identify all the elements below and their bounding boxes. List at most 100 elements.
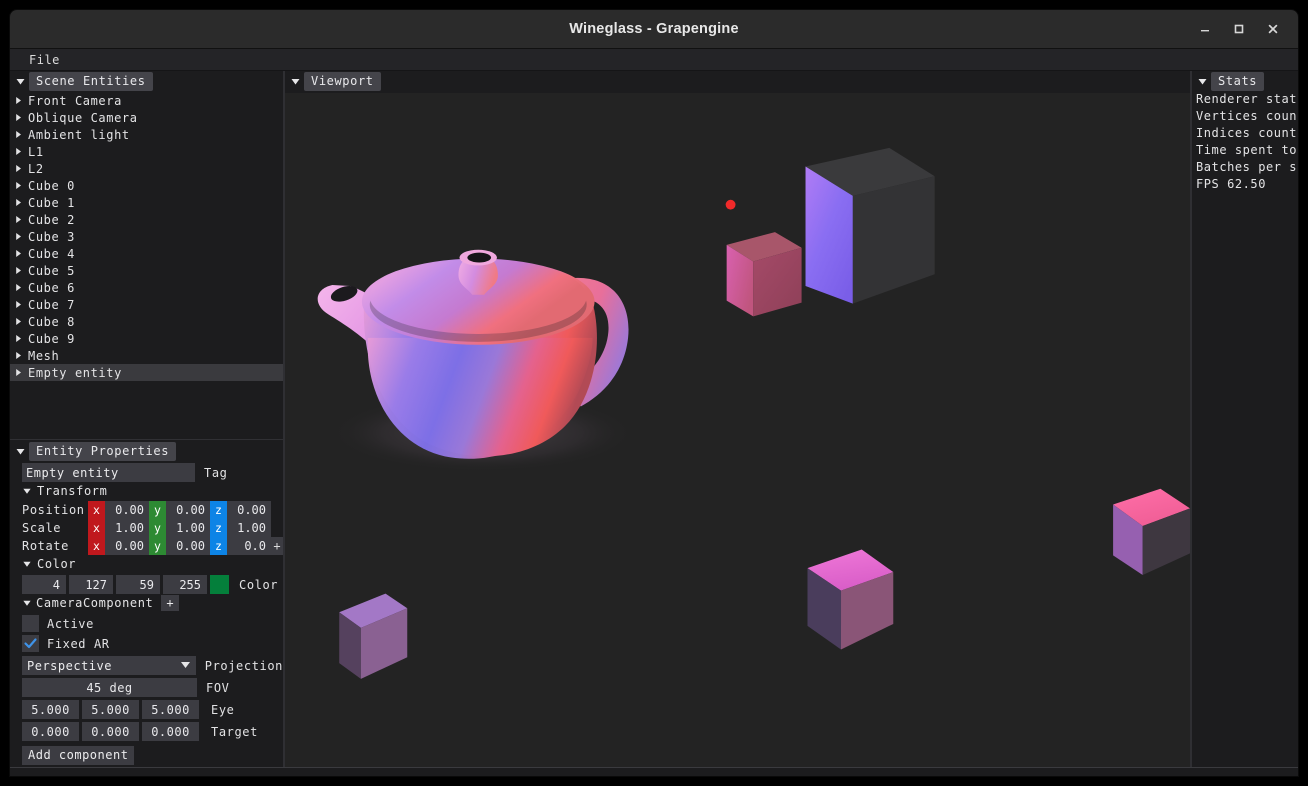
eye-z-input[interactable]: 5.000 [142, 700, 199, 719]
chevron-down-icon[interactable] [20, 597, 33, 610]
scale-x-input[interactable]: 1.00 [105, 519, 149, 537]
scene-entities-tab[interactable]: Scene Entities [29, 71, 153, 91]
close-icon[interactable] [1256, 14, 1290, 44]
expand-arrow-icon[interactable] [14, 249, 23, 258]
entity-label: Cube 1 [28, 195, 75, 210]
entity-properties-tab[interactable]: Entity Properties [29, 441, 177, 461]
color-b-input[interactable]: 59 [116, 575, 160, 594]
scene-entities-list[interactable]: Front Camera Oblique Camera Ambient light L… [10, 91, 283, 439]
entity-label: Oblique Camera [28, 110, 138, 125]
viewport-tab[interactable]: Viewport [304, 71, 381, 91]
expand-arrow-icon[interactable] [14, 266, 23, 275]
projection-value: Perspective [27, 658, 112, 673]
entity-list-item[interactable]: Empty entity [10, 364, 283, 381]
chevron-down-icon[interactable] [14, 75, 27, 88]
entity-list-item[interactable]: Cube 3 [10, 228, 283, 245]
entity-list-item[interactable]: Cube 9 [10, 330, 283, 347]
minimize-icon[interactable] [1188, 14, 1222, 44]
expand-arrow-icon[interactable] [14, 96, 23, 105]
entity-name-input[interactable]: Empty entity [22, 463, 195, 482]
transform-plus-button[interactable]: + [271, 537, 283, 555]
position-x-input[interactable]: 0.00 [105, 501, 149, 519]
stats-tab[interactable]: Stats [1211, 71, 1265, 91]
entity-list-item[interactable]: L1 [10, 143, 283, 160]
axis-z-badge: z [210, 537, 227, 555]
cube-bottom-left [339, 593, 408, 679]
scene-render [317, 147, 1190, 679]
rotate-x-input[interactable]: 0.00 [105, 537, 149, 555]
position-y-input[interactable]: 0.00 [166, 501, 210, 519]
expand-arrow-icon[interactable] [14, 232, 23, 241]
entity-list-item[interactable]: Oblique Camera [10, 109, 283, 126]
color-section-header[interactable]: Color [20, 555, 283, 573]
transform-section-header[interactable]: Transform [20, 482, 283, 500]
entity-list-item[interactable]: Cube 1 [10, 194, 283, 211]
expand-arrow-icon[interactable] [14, 351, 23, 360]
eye-row: 5.000 5.000 5.000 Eye [22, 700, 283, 719]
entity-list-item[interactable]: Cube 0 [10, 177, 283, 194]
chevron-down-icon[interactable] [20, 558, 33, 571]
expand-arrow-icon[interactable] [14, 113, 23, 122]
entity-label: Cube 4 [28, 246, 75, 261]
entity-label: Cube 7 [28, 297, 75, 312]
maximize-icon[interactable] [1222, 14, 1256, 44]
color-r-input[interactable]: 4 [22, 575, 66, 594]
window-controls [1188, 10, 1290, 48]
target-x-input[interactable]: 0.000 [22, 722, 79, 741]
expand-arrow-icon[interactable] [14, 164, 23, 173]
chevron-down-icon[interactable] [14, 445, 27, 458]
target-y-input[interactable]: 0.000 [82, 722, 139, 741]
transform-value-grid[interactable]: x 0.00 y 0.00 z 0.00 x 1.00 y 1.00 z 1.00 x 0.00 y 0.00… [88, 501, 283, 555]
entity-list-item[interactable]: Cube 4 [10, 245, 283, 262]
add-camera-component-button[interactable]: + [161, 595, 180, 611]
menu-item-file[interactable]: File [24, 52, 65, 68]
entity-list-item[interactable]: Cube 6 [10, 279, 283, 296]
stats-panel: Stats Renderer stat Vertices coun Indices … [1192, 71, 1298, 776]
fixed-ar-checkbox[interactable] [22, 635, 39, 652]
expand-arrow-icon[interactable] [14, 147, 23, 156]
entity-list-item[interactable]: Cube 5 [10, 262, 283, 279]
entity-list-item[interactable]: Mesh [10, 347, 283, 364]
scale-z-input[interactable]: 1.00 [227, 519, 271, 537]
rotate-z-input[interactable]: 0.0 [227, 537, 271, 555]
chevron-down-icon[interactable] [1196, 75, 1209, 88]
projection-select[interactable]: Perspective [22, 656, 196, 675]
color-a-input[interactable]: 255 [163, 575, 207, 594]
color-swatch[interactable] [210, 575, 229, 594]
target-z-input[interactable]: 0.000 [142, 722, 199, 741]
entity-list-item[interactable]: Cube 7 [10, 296, 283, 313]
fov-input[interactable]: 45 deg [22, 678, 197, 697]
entity-list-item[interactable]: Cube 8 [10, 313, 283, 330]
entity-list-item[interactable]: Cube 2 [10, 211, 283, 228]
fixed-ar-label: Fixed AR [47, 636, 110, 651]
menu-bar: File [10, 49, 1298, 71]
transform-title: Transform [37, 484, 108, 498]
chevron-down-icon[interactable] [20, 485, 33, 498]
entity-list-item[interactable]: Ambient light [10, 126, 283, 143]
expand-arrow-icon[interactable] [14, 334, 23, 343]
expand-arrow-icon[interactable] [14, 215, 23, 224]
entity-label: Front Camera [28, 93, 122, 108]
viewport-3d-scene[interactable] [285, 93, 1190, 767]
expand-arrow-icon[interactable] [14, 368, 23, 377]
expand-arrow-icon[interactable] [14, 130, 23, 139]
expand-arrow-icon[interactable] [14, 283, 23, 292]
expand-arrow-icon[interactable] [14, 198, 23, 207]
entity-list-item[interactable]: Front Camera [10, 92, 283, 109]
chevron-down-icon[interactable] [289, 75, 302, 88]
transform-grid: Position Scale Rotate x 0.00 y 0.00 z 0.00 x 1.00… [22, 501, 283, 555]
scale-y-input[interactable]: 1.00 [166, 519, 210, 537]
add-component-button[interactable]: Add component [22, 746, 135, 765]
expand-arrow-icon[interactable] [14, 317, 23, 326]
main-body: Scene Entities Front Camera Oblique Camer… [10, 71, 1298, 776]
expand-arrow-icon[interactable] [14, 300, 23, 309]
expand-arrow-icon[interactable] [14, 181, 23, 190]
eye-x-input[interactable]: 5.000 [22, 700, 79, 719]
entity-list-item[interactable]: L2 [10, 160, 283, 177]
color-g-input[interactable]: 127 [69, 575, 113, 594]
position-z-input[interactable]: 0.00 [227, 501, 271, 519]
active-checkbox[interactable] [22, 615, 39, 632]
eye-y-input[interactable]: 5.000 [82, 700, 139, 719]
rotate-y-input[interactable]: 0.00 [166, 537, 210, 555]
entity-label: Cube 9 [28, 331, 75, 346]
